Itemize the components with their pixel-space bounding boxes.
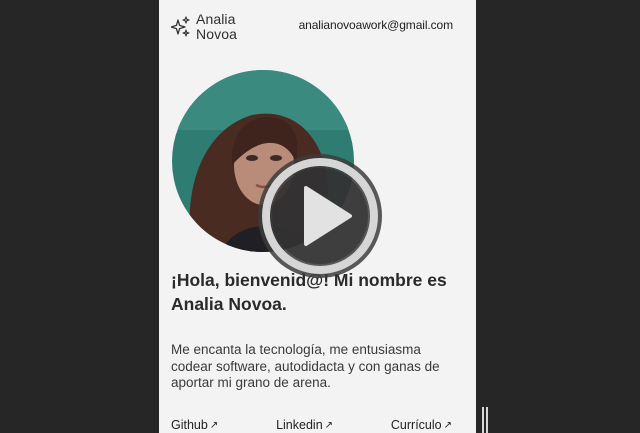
arrow-up-right-icon: ↗ bbox=[443, 419, 452, 431]
intro-text: Me encanta la tecnología, me entusiasma … bbox=[171, 342, 440, 390]
play-icon[interactable] bbox=[256, 152, 384, 280]
github-link[interactable]: Github ↗ bbox=[171, 418, 218, 432]
github-label: Github bbox=[171, 418, 208, 432]
sparkles-icon bbox=[171, 16, 190, 37]
linkedin-label: Linkedin bbox=[276, 418, 323, 432]
brand-first-name: Analia bbox=[196, 11, 236, 27]
arrow-up-right-icon: ↗ bbox=[209, 419, 219, 431]
curriculum-label: Currículo bbox=[390, 418, 442, 432]
social-links: Github ↗ Linkedin ↗ Currículo ↗ bbox=[171, 418, 452, 432]
brand-name: Analia Novoa bbox=[196, 12, 237, 42]
email-link[interactable]: analianovoawork@gmail.com bbox=[299, 18, 454, 32]
brand-last-name: Novoa bbox=[196, 26, 237, 42]
arrow-up-right-icon: ↗ bbox=[324, 419, 334, 431]
linkedin-link[interactable]: Linkedin ↗ bbox=[276, 418, 333, 432]
brand-logo[interactable]: Analia Novoa bbox=[171, 12, 237, 42]
scrollbar[interactable] bbox=[482, 407, 488, 433]
curriculum-link[interactable]: Currículo ↗ bbox=[391, 418, 452, 432]
